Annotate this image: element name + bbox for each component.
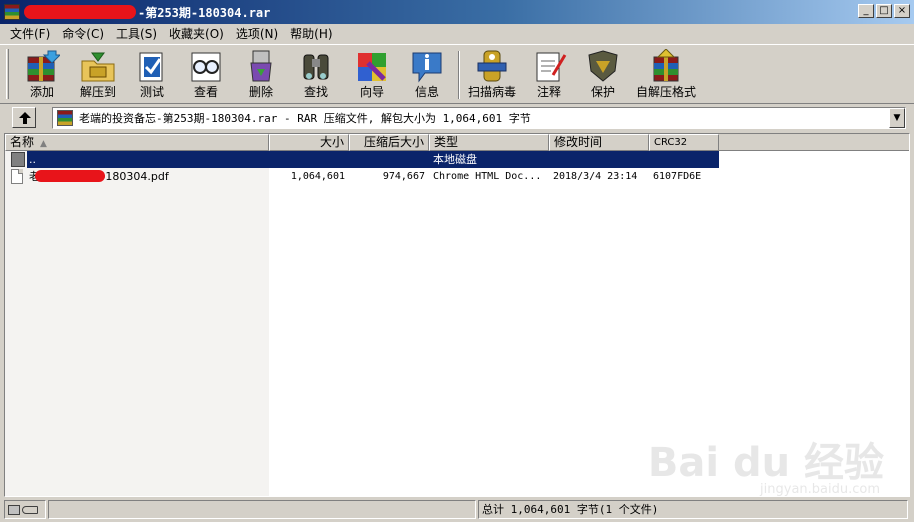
add-button[interactable]: 添加 (14, 49, 70, 103)
list-item-parent-folder[interactable]: .. 本地磁盘 (5, 151, 719, 168)
find-binoculars-icon (298, 49, 334, 83)
maximize-button[interactable]: □ (876, 4, 892, 18)
menu-help[interactable]: 帮助(H) (284, 25, 338, 43)
address-text: 老端的投资备忘-第253期-180304.rar - RAR 压缩文件, 解包大… (79, 112, 531, 125)
add-label: 添加 (29, 85, 54, 99)
protect-button[interactable]: 保护 (578, 49, 628, 103)
view-button[interactable]: 查看 (180, 49, 232, 103)
sort-ascending-icon: ▲ (40, 139, 47, 149)
view-glasses-icon (188, 49, 224, 83)
list-header: 名称 ▲ 大小 压缩后大小 类型 修改时间 CRC32 (5, 134, 909, 151)
winrar-app-icon[interactable] (4, 4, 20, 20)
info-button[interactable]: 信息 (402, 49, 452, 103)
view-label: 查看 (193, 85, 218, 99)
scan-virus-button[interactable]: 扫描病毒 (464, 49, 520, 103)
window-controls: _ □ × (858, 4, 910, 18)
column-header-size[interactable]: 大小 (269, 134, 349, 151)
scan-virus-label: 扫描病毒 (467, 85, 516, 99)
selected-row-highlight: .. (27, 151, 719, 168)
column-name-label: 名称 (10, 135, 35, 149)
find-button[interactable]: 查找 (290, 49, 342, 103)
column-header-packed[interactable]: 压缩后大小 (349, 134, 429, 151)
extract-folder-icon (80, 49, 116, 83)
scan-virus-icon (474, 49, 510, 83)
close-button[interactable]: × (894, 4, 910, 18)
window-title: -第253期-180304.rar (138, 5, 271, 20)
row-packed-size: 974,667 (382, 171, 425, 182)
address-field[interactable]: 老端的投资备忘-第253期-180304.rar - RAR 压缩文件, 解包大… (52, 107, 906, 129)
row-crc32: 6107FD6E (653, 171, 702, 182)
sfx-button[interactable]: 自解压格式 (632, 48, 700, 103)
redaction-mark (24, 5, 136, 19)
menu-file[interactable]: 文件(F) (4, 25, 56, 43)
menu-options[interactable]: 选项(N) (230, 25, 284, 43)
row-type: Chrome HTML Doc... (433, 171, 542, 182)
row-size: 1,064,601 (290, 171, 345, 182)
toolbar: 添加 解压到 测试 查看 删除 查找 向导 信息 扫描病毒 注释 保护 自解压格… (0, 44, 914, 104)
header-filler (719, 134, 909, 151)
add-archive-icon (24, 49, 62, 83)
test-button[interactable]: 测试 (126, 49, 178, 103)
column-header-name[interactable]: 名称 ▲ (5, 134, 269, 151)
up-arrow-icon (19, 112, 31, 124)
protect-label: 保护 (590, 85, 615, 99)
address-bar: 老端的投资备忘-第253期-180304.rar - RAR 压缩文件, 解包大… (0, 105, 914, 131)
menu-bar: 文件(F) 命令(C) 工具(S) 收藏夹(O) 选项(N) 帮助(H) (0, 24, 914, 44)
baidu-watermark-url: jingyan.baidu.com (760, 482, 880, 497)
extract-to-label: 解压到 (79, 85, 116, 99)
status-summary: 总计 1,064,601 字节(1 个文件) (478, 500, 908, 519)
row-name: .. (29, 153, 36, 166)
column-header-type[interactable]: 类型 (429, 134, 549, 151)
comment-button[interactable]: 注释 (524, 49, 574, 103)
menu-favorites[interactable]: 收藏夹(O) (163, 25, 230, 43)
up-folder-button[interactable] (12, 107, 36, 128)
toolbar-grip[interactable] (6, 49, 9, 99)
row-modified: 2018/3/4 23:14 (553, 171, 638, 182)
wizard-icon (354, 49, 390, 83)
protect-shield-icon (585, 49, 621, 83)
address-dropdown-button[interactable]: ▼ (889, 108, 905, 128)
delete-recycle-icon (243, 49, 279, 83)
key-icon (22, 505, 38, 514)
test-label: 测试 (139, 85, 164, 99)
comment-note-icon (531, 49, 567, 83)
row-type: 本地磁盘 (433, 153, 477, 166)
winrar-window: -第253期-180304.rar _ □ × 文件(F) 命令(C) 工具(S… (0, 0, 914, 522)
delete-label: 删除 (248, 85, 273, 99)
menu-commands[interactable]: 命令(C) (56, 25, 110, 43)
comment-label: 注释 (536, 85, 561, 99)
menu-tools[interactable]: 工具(S) (110, 25, 163, 43)
sfx-label: 自解压格式 (635, 85, 696, 99)
minimize-button[interactable]: _ (858, 4, 874, 18)
info-icon (409, 49, 445, 83)
column-header-modified[interactable]: 修改时间 (549, 134, 649, 151)
drive-icon (8, 504, 20, 515)
rar-archive-icon (57, 110, 73, 126)
wizard-label: 向导 (359, 85, 384, 99)
baidu-watermark: Bai du 经验 (647, 440, 884, 486)
list-item-pdf-file[interactable]: 老 忘-第253期-180304.pdf 1,064,601 974,667 C… (5, 168, 719, 185)
folder-up-icon (11, 152, 25, 167)
toolbar-separator (458, 51, 460, 99)
status-bar: 总计 1,064,601 字节(1 个文件) (0, 498, 914, 522)
redaction-mark (35, 170, 105, 182)
extract-to-button[interactable]: 解压到 (72, 49, 124, 103)
sfx-archive-icon (648, 48, 684, 83)
find-label: 查找 (303, 85, 328, 99)
test-clipboard-icon (134, 49, 170, 83)
title-bar[interactable]: -第253期-180304.rar _ □ × (0, 0, 914, 24)
column-header-crc32[interactable]: CRC32 (649, 134, 719, 151)
wizard-button[interactable]: 向导 (346, 49, 398, 103)
info-label: 信息 (414, 85, 439, 99)
status-drive-panel[interactable] (4, 500, 46, 519)
delete-button[interactable]: 删除 (236, 49, 286, 103)
document-icon (11, 169, 23, 184)
status-selection-panel (48, 500, 476, 519)
name-column-background (5, 151, 269, 496)
